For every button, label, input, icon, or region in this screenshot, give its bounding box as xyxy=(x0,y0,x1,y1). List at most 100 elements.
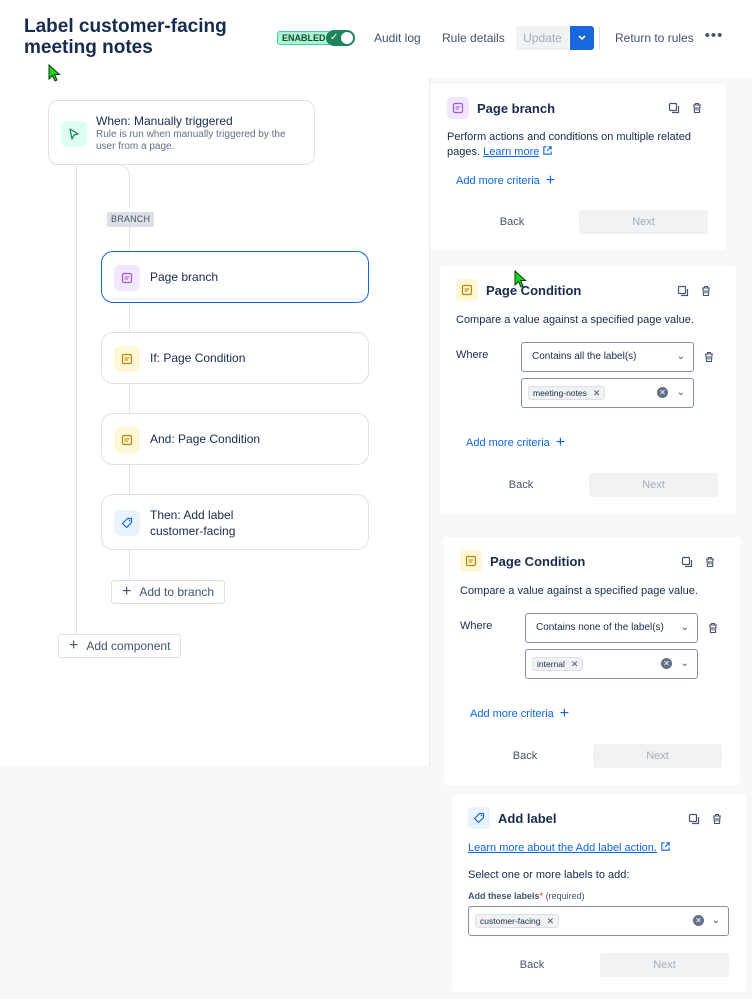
clear-icon[interactable]: ✕ xyxy=(693,915,704,926)
remove-chip-icon[interactable]: ✕ xyxy=(546,915,554,927)
page-icon xyxy=(460,550,482,572)
copy-icon[interactable] xyxy=(675,283,691,299)
panel-description: Perform actions and conditions on multip… xyxy=(447,130,709,160)
tag-icon xyxy=(468,807,490,829)
operator-select[interactable]: Contains none of the label(s) ⌄ xyxy=(525,613,698,643)
external-link-icon[interactable] xyxy=(542,145,553,156)
add-label-node[interactable]: Then: Add label customer-facing xyxy=(101,494,369,550)
add-more-criteria-button[interactable]: Add more criteria + xyxy=(456,172,556,189)
clear-icon[interactable]: ✕ xyxy=(657,387,668,398)
trigger-card[interactable]: When: Manually triggered Rule is run whe… xyxy=(48,100,315,165)
trash-icon[interactable] xyxy=(702,350,716,364)
add-to-branch-button[interactable]: + Add to branch xyxy=(111,580,226,604)
learn-more-link[interactable]: Learn more xyxy=(483,146,539,158)
trash-icon[interactable] xyxy=(689,100,705,116)
where-label: Where xyxy=(456,349,489,361)
panel-title: Page branch xyxy=(477,101,556,116)
tag-icon xyxy=(114,510,140,536)
status-badge: ENABLED xyxy=(277,31,331,45)
button-label: Add component xyxy=(86,639,171,653)
trash-icon[interactable] xyxy=(709,811,725,827)
trash-icon[interactable] xyxy=(706,621,720,635)
panel-title: Page Condition xyxy=(490,554,586,569)
trash-icon[interactable] xyxy=(698,283,714,299)
add-more-criteria-button[interactable]: Add more criteria + xyxy=(466,434,566,451)
ellipsis-icon[interactable]: ••• xyxy=(704,28,724,48)
mouse-cursor-icon xyxy=(514,270,527,288)
update-dropdown-button[interactable] xyxy=(570,26,594,50)
plus-icon: + xyxy=(69,637,79,654)
label-chip: customer-facing ✕ xyxy=(475,914,560,928)
chevron-down-icon: ⌄ xyxy=(680,622,689,633)
manual-trigger-icon xyxy=(61,121,87,147)
remove-chip-icon[interactable]: ✕ xyxy=(593,387,601,399)
trigger-title: When: Manually triggered xyxy=(96,114,233,128)
copy-icon[interactable] xyxy=(666,100,682,116)
learn-more-link[interactable]: Learn more about the Add label action. xyxy=(468,842,657,854)
audit-log-link[interactable]: Audit log xyxy=(374,28,421,48)
copy-icon[interactable] xyxy=(679,554,695,570)
trigger-description: Rule is run when manually triggered by t… xyxy=(96,129,286,152)
next-button[interactable]: Next xyxy=(589,473,718,497)
and-condition-node[interactable]: And: Page Condition xyxy=(101,413,369,465)
node-label: And: Page Condition xyxy=(150,432,261,446)
field-label-text: Add these labels xyxy=(468,891,540,901)
chevron-down-icon xyxy=(578,35,586,41)
external-link-icon[interactable] xyxy=(660,841,671,852)
rule-details-link[interactable]: Rule details xyxy=(442,28,505,48)
plus-icon: + xyxy=(122,583,132,600)
instruction-text: Select one or more labels to add: xyxy=(468,869,630,881)
page-icon xyxy=(456,279,478,301)
page-icon xyxy=(114,265,140,291)
node-label: If: Page Condition xyxy=(150,351,246,365)
panel-title: Page Condition xyxy=(486,283,582,298)
return-to-rules-link[interactable]: Return to rules xyxy=(615,28,694,48)
panel-description: Compare a value against a specified page… xyxy=(460,585,698,597)
back-button[interactable]: Back xyxy=(489,473,553,497)
trash-icon[interactable] xyxy=(702,554,718,570)
chip-label: internal xyxy=(537,659,565,669)
flow-connector xyxy=(76,164,77,646)
add-component-button[interactable]: + Add component xyxy=(58,634,182,658)
page-condition-panel-2: Page Condition Compare a value against a… xyxy=(444,537,740,785)
labels-multiselect[interactable]: customer-facing ✕ ✕ ⌄ xyxy=(468,906,729,936)
rule-enabled-toggle[interactable]: ✓ xyxy=(326,30,355,46)
next-button[interactable]: Next xyxy=(600,953,729,977)
back-button[interactable]: Back xyxy=(493,744,557,768)
clear-icon[interactable]: ✕ xyxy=(661,658,672,669)
check-icon: ✓ xyxy=(330,32,339,43)
where-label: Where xyxy=(460,620,493,632)
add-more-criteria-button[interactable]: Add more criteria + xyxy=(470,706,569,722)
back-button[interactable]: Back xyxy=(480,210,544,234)
plus-icon: + xyxy=(555,434,566,451)
copy-icon[interactable] xyxy=(686,811,702,827)
button-label: Add to branch xyxy=(139,585,215,599)
update-button[interactable]: Update xyxy=(516,26,569,50)
back-button[interactable]: Back xyxy=(500,953,564,977)
page-branch-node[interactable]: Page branch xyxy=(101,251,369,303)
field-label: Add these labels* (required) xyxy=(468,891,585,901)
page-branch-panel: Page branch Perform actions and conditio… xyxy=(430,84,726,250)
next-button[interactable]: Next xyxy=(593,744,722,768)
plus-icon: + xyxy=(545,172,556,189)
chip-label: meeting-notes xyxy=(533,388,587,398)
branch-connector xyxy=(76,164,130,208)
add-label-panel: Add label Learn more about the Add label… xyxy=(452,795,746,992)
required-marker: * xyxy=(539,891,544,901)
select-value: Contains none of the label(s) xyxy=(536,622,664,633)
operator-select[interactable]: Contains all the label(s) ⌄ xyxy=(521,342,694,372)
chip-label: customer-facing xyxy=(480,916,541,926)
label-multiselect[interactable]: meeting-notes ✕ ✕ ⌄ xyxy=(521,378,694,408)
branch-tag: BRANCH xyxy=(107,212,155,227)
if-condition-node[interactable]: If: Page Condition xyxy=(101,332,369,384)
next-button[interactable]: Next xyxy=(579,210,708,234)
chevron-down-icon: ⌄ xyxy=(676,387,685,398)
page-condition-panel-1: Page Condition Compare a value against a… xyxy=(440,266,736,514)
label-chip: meeting-notes ✕ xyxy=(528,386,606,400)
page-icon xyxy=(114,346,140,372)
required-text: (required) xyxy=(545,891,585,901)
panel-description: Compare a value against a specified page… xyxy=(456,314,694,326)
label-multiselect[interactable]: internal ✕ ✕ ⌄ xyxy=(525,649,698,679)
remove-chip-icon[interactable]: ✕ xyxy=(571,658,579,670)
select-value: Contains all the label(s) xyxy=(532,351,637,362)
